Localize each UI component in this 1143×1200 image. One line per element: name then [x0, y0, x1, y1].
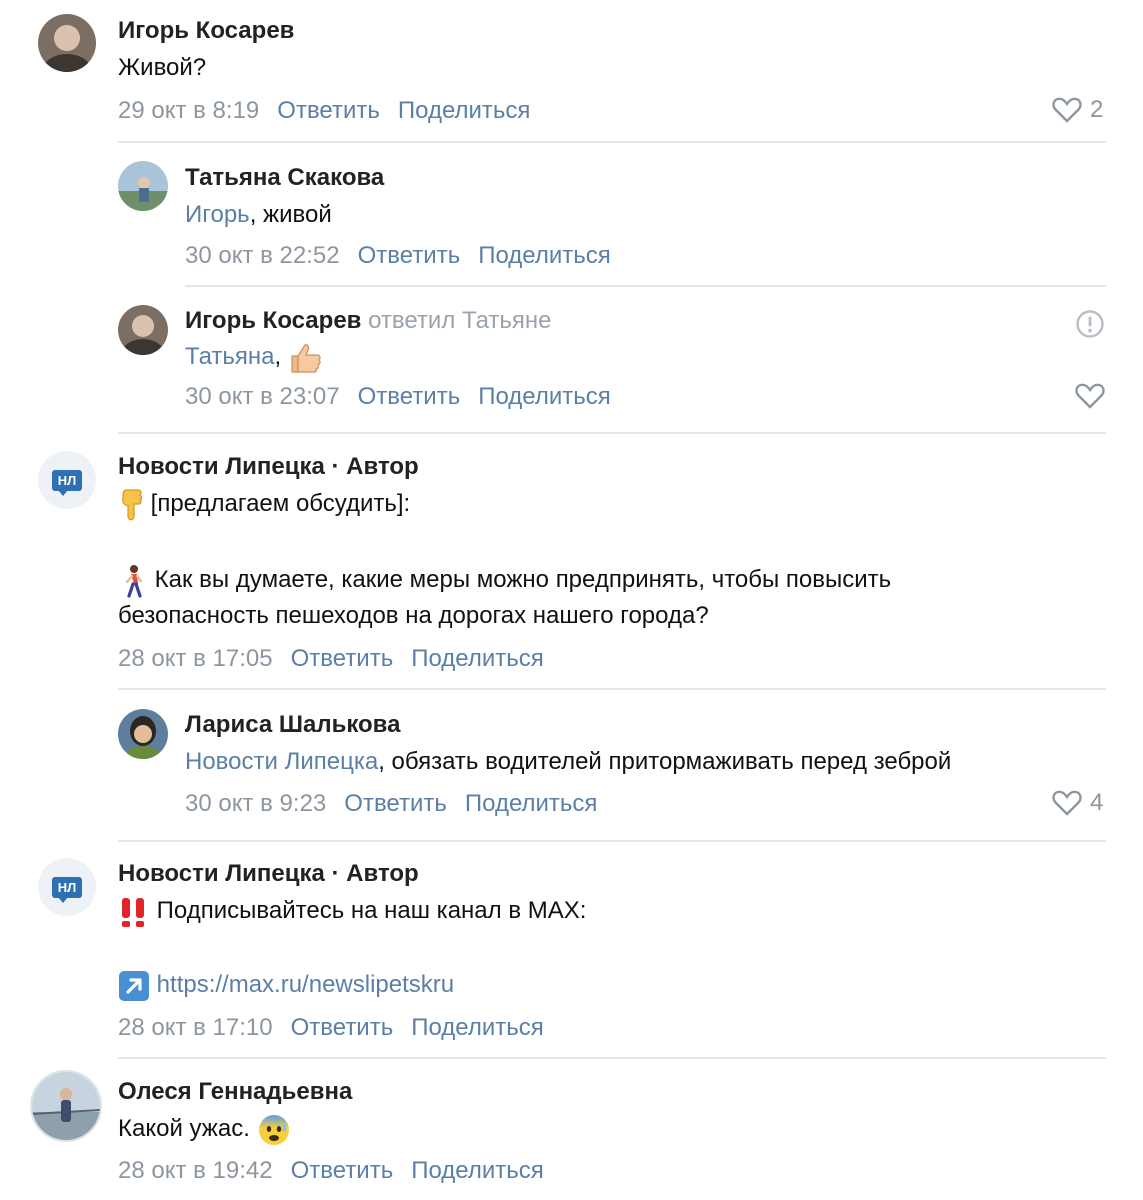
comment-author[interactable]: Олеся Геннадьевна [118, 1078, 352, 1106]
comment-date[interactable]: 28 окт в 17:05 [118, 645, 273, 672]
like-button[interactable]: 2 [1052, 96, 1103, 124]
comment-author[interactable]: Игорь Косарев [118, 17, 294, 45]
avatar[interactable]: НЛ [38, 451, 96, 509]
pointing-down-icon [122, 489, 143, 520]
badge-logo: НЛ [51, 469, 83, 496]
share-button[interactable]: Поделиться [465, 790, 598, 817]
double-exclamation-icon [122, 897, 144, 927]
author-link[interactable]: Игорь Косарев [185, 307, 361, 334]
share-button[interactable]: Поделиться [478, 383, 611, 410]
share-button[interactable]: Поделиться [398, 97, 531, 124]
reply-button[interactable]: Ответить [291, 1157, 394, 1184]
like-count: 4 [1090, 789, 1104, 816]
comment-author[interactable]: Лариса Шалькова [185, 711, 400, 739]
channel-link[interactable]: https://max.ru/newslipetskru [157, 971, 454, 998]
share-button[interactable]: Поделиться [411, 645, 544, 672]
mention-link[interactable]: Татьяна [185, 343, 275, 370]
report-icon[interactable] [1075, 309, 1105, 344]
like-count: 2 [1090, 96, 1104, 123]
heart-icon [1075, 383, 1105, 409]
reply-button[interactable]: Ответить [358, 383, 461, 410]
divider [118, 432, 1106, 434]
comment-meta: 28 окт в 17:05 Ответить Поделиться [118, 645, 562, 673]
divider [185, 285, 1106, 287]
comment-author: Игорь Косарев ответил Татьяне [185, 307, 552, 335]
arrow-up-right-icon [119, 970, 149, 1001]
heart-icon [1052, 790, 1082, 816]
comment-text-line: Подписывайтесь на наш канал в MAX: [118, 893, 586, 929]
reply-button[interactable]: Ответить [358, 242, 461, 269]
comment-text: Татьяна, [185, 339, 322, 375]
avatar[interactable] [38, 14, 96, 72]
avatar[interactable]: НЛ [38, 858, 96, 916]
comment-meta: 28 окт в 17:10 Ответить Поделиться [118, 1014, 562, 1042]
share-button[interactable]: Поделиться [478, 242, 611, 269]
heart-icon [1052, 97, 1082, 123]
comment-author[interactable]: Татьяна Скакова [185, 164, 384, 192]
reply-button[interactable]: Ответить [277, 97, 380, 124]
comment-meta: 30 окт в 23:07 Ответить Поделиться [185, 383, 629, 411]
avatar[interactable] [118, 161, 168, 211]
fearful-face-icon [258, 1114, 289, 1145]
walking-person-icon [125, 564, 143, 598]
badge-logo: НЛ [51, 876, 83, 903]
comment-text: Игорь, живой [185, 201, 332, 228]
comment-meta: 30 окт в 9:23 Ответить Поделиться [185, 790, 615, 818]
reply-button[interactable]: Ответить [291, 645, 394, 672]
divider [118, 840, 1106, 842]
like-button[interactable]: 4 [1052, 789, 1103, 817]
divider [118, 688, 1106, 690]
comment-text-line: https://max.ru/newslipetskru [118, 967, 454, 1003]
like-button[interactable] [1075, 382, 1105, 410]
comment-text-line: безопасность пешеходов на дорогах нашего… [118, 602, 709, 629]
comment-date[interactable]: 30 окт в 23:07 [185, 383, 340, 410]
share-button[interactable]: Поделиться [411, 1157, 544, 1184]
comment-text: Новости Липецка, обязать водителей прито… [185, 748, 952, 775]
divider [118, 141, 1106, 143]
comment-text: Какой ужас. [118, 1111, 291, 1147]
avatar[interactable] [118, 305, 168, 355]
divider [118, 1057, 1106, 1059]
comment-date[interactable]: 28 окт в 19:42 [118, 1157, 273, 1184]
comment-author[interactable]: Новости Липецка · Автор [118, 453, 419, 481]
reply-button[interactable]: Ответить [291, 1014, 394, 1041]
comment-date[interactable]: 29 окт в 8:19 [118, 97, 259, 124]
comment-date[interactable]: 30 окт в 22:52 [185, 242, 340, 269]
thumbs-up-icon [291, 343, 321, 373]
avatar[interactable] [118, 709, 168, 759]
comment-meta: 28 окт в 19:42 Ответить Поделиться [118, 1157, 562, 1185]
comment-author[interactable]: Новости Липецка · Автор [118, 860, 419, 888]
comment-date[interactable]: 30 окт в 9:23 [185, 790, 326, 817]
comment-feed: Игорь Косарев Живой? 29 окт в 8:19 Ответи… [0, 0, 1143, 1200]
reply-button[interactable]: Ответить [344, 790, 447, 817]
comment-text-line: Как вы думаете, какие меры можно предпри… [118, 562, 891, 598]
comment-meta: 30 окт в 22:52 Ответить Поделиться [185, 242, 629, 270]
avatar[interactable] [30, 1070, 102, 1142]
share-button[interactable]: Поделиться [411, 1014, 544, 1041]
mention-link[interactable]: Новости Липецка [185, 748, 378, 775]
comment-date[interactable]: 28 окт в 17:10 [118, 1014, 273, 1041]
comment-text: Живой? [118, 54, 207, 81]
reply-target[interactable]: ответил Татьяне [368, 307, 551, 334]
comment-text-line: [предлагаем обсудить]: [118, 486, 410, 522]
mention-link[interactable]: Игорь [185, 201, 250, 228]
comment-meta: 29 окт в 8:19 Ответить Поделиться [118, 97, 548, 125]
